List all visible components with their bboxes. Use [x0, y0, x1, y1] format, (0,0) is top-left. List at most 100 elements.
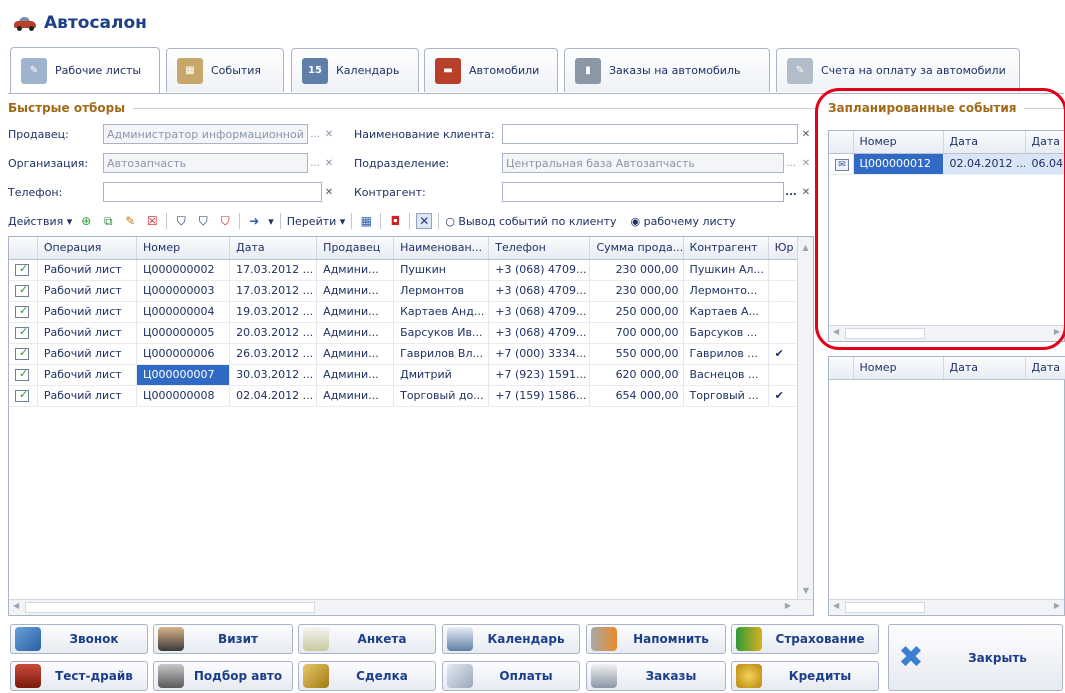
- cell-jur[interactable]: [768, 280, 800, 302]
- dept-field[interactable]: Центральная база Автозапчасть: [502, 153, 784, 173]
- org-field[interactable]: Автозапчасть: [103, 153, 308, 173]
- cell-sum[interactable]: 230 000,00: [589, 259, 684, 281]
- cell-num[interactable]: Ц000000006: [136, 343, 231, 365]
- cell-jur[interactable]: ✔: [768, 343, 800, 365]
- cell-contractor[interactable]: Лермонто...: [683, 280, 769, 302]
- cell-name[interactable]: Торговый до...: [393, 385, 490, 407]
- cell-contractor[interactable]: Гаврилов ...: [683, 343, 769, 365]
- dept-select-button[interactable]: ...: [784, 153, 798, 173]
- phone-clear-button[interactable]: ✕: [322, 182, 336, 202]
- scroll-right-icon[interactable]: ▶: [1054, 601, 1060, 610]
- goto-menu[interactable]: Перейти ▾: [287, 215, 346, 228]
- cell-seller[interactable]: Админи...: [316, 343, 395, 365]
- cell-date[interactable]: 30.03.2012 ...: [229, 364, 318, 386]
- cell-sum[interactable]: 550 000,00: [589, 343, 684, 365]
- horizontal-scrollbar[interactable]: ◀ ▶: [829, 599, 1064, 615]
- edit-icon[interactable]: ✎: [122, 213, 138, 229]
- cell-date[interactable]: 19.03.2012 ...: [229, 301, 318, 323]
- col-header[interactable]: Контрагент: [683, 237, 769, 260]
- col-header[interactable]: Телефон: [488, 237, 591, 260]
- reminder-icon[interactable]: ◘: [387, 213, 403, 229]
- cell-num[interactable]: Ц000000007: [136, 364, 231, 386]
- cell-name[interactable]: Барсуков Ив...: [393, 322, 490, 344]
- cell-seller[interactable]: Админи...: [316, 259, 395, 281]
- delete-icon[interactable]: ☒: [144, 213, 160, 229]
- tab-worksheets[interactable]: ✎ Рабочие листы: [10, 47, 160, 93]
- seller-field[interactable]: Администратор информационной: [103, 124, 308, 144]
- filter-value-icon[interactable]: ⛉: [195, 213, 211, 229]
- cell-op[interactable]: Рабочий лист: [37, 301, 138, 323]
- post-icon[interactable]: ➜: [246, 213, 262, 229]
- deal-button[interactable]: Сделка: [298, 661, 436, 691]
- tab-calendar[interactable]: 15 Календарь: [291, 48, 419, 92]
- cell-date[interactable]: 26.03.2012 ...: [229, 343, 318, 365]
- actions-menu[interactable]: Действия ▾: [8, 215, 72, 228]
- cell-seller[interactable]: Админи...: [316, 322, 395, 344]
- cell-num[interactable]: Ц000000005: [136, 322, 231, 344]
- cell-phone[interactable]: +7 (923) 1591...: [488, 364, 591, 386]
- clear-filter-icon[interactable]: ⛉: [217, 213, 233, 229]
- col-header[interactable]: Продавец: [316, 237, 395, 260]
- cell-date[interactable]: 02.04.2012 ...: [229, 385, 318, 407]
- tab-car-orders[interactable]: ▮ Заказы на автомобиль: [564, 48, 770, 92]
- payments-button[interactable]: Оплаты: [442, 661, 580, 691]
- radio-by-worksheet[interactable]: ◉ рабочему листу: [631, 215, 736, 228]
- scroll-thumb[interactable]: [845, 602, 925, 613]
- table-row[interactable]: Рабочий листЦ00000000626.03.2012 ...Адми…: [9, 343, 800, 365]
- table-row[interactable]: Рабочий листЦ00000000217.03.2012 ...Адми…: [9, 259, 800, 281]
- remind-button[interactable]: Напомнить: [586, 624, 726, 654]
- cell-phone[interactable]: +7 (159) 1586...: [488, 385, 591, 407]
- table-row[interactable]: Рабочий листЦ00000000520.03.2012 ...Адми…: [9, 322, 800, 344]
- table-settings-icon[interactable]: ▦: [358, 213, 374, 229]
- client-name-field[interactable]: [502, 124, 798, 144]
- scroll-thumb[interactable]: [25, 602, 315, 613]
- col-header[interactable]: Дата: [1025, 357, 1065, 380]
- cell-num[interactable]: Ц000000008: [136, 385, 231, 407]
- contractor-clear-button[interactable]: ✕: [799, 182, 813, 202]
- call-button[interactable]: Звонок: [10, 624, 148, 654]
- cell-num[interactable]: Ц000000004: [136, 301, 231, 323]
- cell-phone[interactable]: +3 (068) 4709...: [488, 322, 591, 344]
- add-icon[interactable]: ⊕: [78, 213, 94, 229]
- cell-contractor[interactable]: Васнецов ...: [683, 364, 769, 386]
- cell-seller[interactable]: Админи...: [316, 385, 395, 407]
- cell-seller[interactable]: Админи...: [316, 280, 395, 302]
- cell-jur[interactable]: [768, 364, 800, 386]
- cell-seller[interactable]: Админи...: [316, 301, 395, 323]
- contractor-select-button[interactable]: ...: [784, 182, 798, 202]
- col-header[interactable]: Юр: [768, 237, 800, 260]
- cell-name[interactable]: Дмитрий: [393, 364, 490, 386]
- cell-date[interactable]: 17.03.2012 ...: [229, 259, 318, 281]
- close-filter-icon[interactable]: ✕: [416, 213, 433, 229]
- col-header[interactable]: Номер: [136, 237, 231, 260]
- scroll-up-icon[interactable]: ▲: [798, 243, 813, 252]
- filter-icon[interactable]: ⛉: [173, 213, 189, 229]
- client-clear-button[interactable]: ✕: [799, 124, 813, 144]
- tab-invoices[interactable]: ✎ Счета на оплату за автомобили: [776, 48, 1020, 92]
- cell-seller[interactable]: Админи...: [316, 364, 395, 386]
- cell-contractor[interactable]: Барсуков ...: [683, 322, 769, 344]
- credits-button[interactable]: Кредиты: [731, 661, 879, 691]
- cell-num[interactable]: Ц000000002: [136, 259, 231, 281]
- scroll-left-icon[interactable]: ◀: [13, 601, 19, 610]
- seller-select-button[interactable]: ...: [308, 124, 322, 144]
- cell-phone[interactable]: +3 (068) 4709...: [488, 259, 591, 281]
- table-row[interactable]: Рабочий листЦ00000000419.03.2012 ...Адми…: [9, 301, 800, 323]
- cell-name[interactable]: Картаев Анд...: [393, 301, 490, 323]
- cell-jur[interactable]: [768, 322, 800, 344]
- cell-sum[interactable]: 654 000,00: [589, 385, 684, 407]
- insurance-button[interactable]: Страхование: [731, 624, 879, 654]
- cell-date[interactable]: 20.03.2012 ...: [229, 322, 318, 344]
- org-select-button[interactable]: ...: [308, 153, 322, 173]
- seller-clear-button[interactable]: ✕: [322, 124, 336, 144]
- table-row[interactable]: Рабочий листЦ00000000317.03.2012 ...Адми…: [9, 280, 800, 302]
- phone-field[interactable]: [103, 182, 322, 202]
- col-header[interactable]: Наименован...: [393, 237, 490, 260]
- survey-button[interactable]: Анкета: [298, 624, 436, 654]
- cell-jur[interactable]: [768, 259, 800, 281]
- cell-name[interactable]: Гаврилов Вл...: [393, 343, 490, 365]
- cell-phone[interactable]: +3 (068) 4709...: [488, 301, 591, 323]
- table-row[interactable]: Рабочий листЦ00000000730.03.2012 ...Адми…: [9, 364, 800, 386]
- cell-contractor[interactable]: Картаев А...: [683, 301, 769, 323]
- cell-sum[interactable]: 700 000,00: [589, 322, 684, 344]
